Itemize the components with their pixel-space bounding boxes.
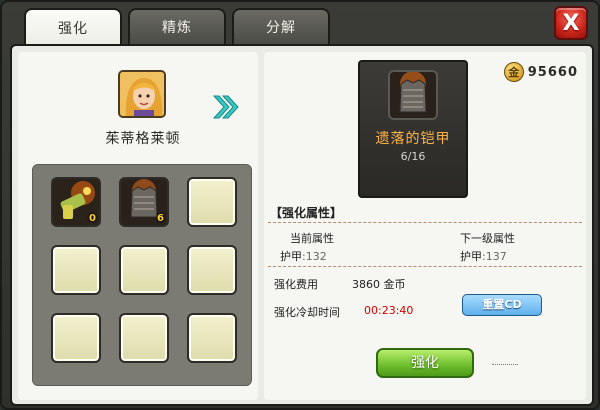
next-attributes-header: 下一级属性 [460, 232, 515, 245]
current-attributes-header: 当前属性 [290, 232, 334, 245]
equipment-slot-empty[interactable] [187, 313, 237, 363]
attributes-title: 【强化属性】 [270, 206, 343, 220]
selected-item-card: 遗落的铠甲 6/16 [358, 60, 468, 198]
divider [268, 266, 582, 267]
content-panel: 茱蒂格莱顿 0 6 金 95660 遗落的铠甲 6/16 【强化属性】 当前属性… [10, 44, 594, 406]
slot-count: 6 [157, 213, 164, 224]
enhance-window: 强化 精炼 分解 X 茱蒂格莱顿 0 6 金 95660 遗落的铠甲 6/16 … [0, 0, 600, 410]
current-armor: 护甲:132 [280, 248, 327, 264]
slot-count: 0 [89, 213, 96, 224]
equipment-slot-empty[interactable] [119, 313, 169, 363]
tab-bar: 强化 精炼 分解 [24, 8, 330, 46]
item-level: 6/16 [400, 150, 426, 163]
close-icon: X [562, 10, 580, 36]
divider [268, 222, 582, 223]
next-armor-label: 护甲 [460, 250, 482, 263]
equipment-slot-empty[interactable] [51, 313, 101, 363]
reset-cd-button[interactable]: 重置CD [462, 294, 542, 316]
equipment-slot-empty[interactable] [51, 245, 101, 295]
enhance-cost-value: 3860 金币 [352, 276, 406, 292]
hero-name: 茱蒂格莱顿 [105, 131, 181, 147]
enhance-cost-amount: 3860 [352, 278, 380, 291]
current-armor-label: 护甲 [280, 250, 302, 263]
divider [492, 364, 518, 365]
current-armor-value: :132 [302, 250, 327, 263]
next-armor-value: :137 [482, 250, 507, 263]
close-button[interactable]: X [554, 6, 588, 40]
next-armor: 护甲:137 [460, 248, 507, 264]
cooldown-label: 强化冷却时间 [274, 306, 340, 319]
hero-avatar[interactable] [118, 70, 166, 118]
item-name: 遗落的铠甲 [375, 131, 451, 147]
enhance-cost-label: 强化费用 [274, 278, 318, 291]
double-chevron-right-icon [210, 92, 240, 122]
equipment-slot-empty[interactable] [187, 177, 237, 227]
cooldown-timer: 00:23:40 [364, 304, 414, 317]
equipment-slot-empty[interactable] [187, 245, 237, 295]
armor-icon[interactable] [388, 70, 438, 120]
enhance-button[interactable]: 强化 [376, 348, 474, 378]
equipment-slot-armor[interactable]: 6 [119, 177, 169, 227]
enhance-detail-panel: 金 95660 遗落的铠甲 6/16 【强化属性】 当前属性 下一级属性 护甲:… [264, 52, 586, 400]
gold-amount: 95660 [527, 64, 578, 80]
equipment-slot-empty[interactable] [119, 245, 169, 295]
tab-refine[interactable]: 精炼 [128, 8, 226, 44]
gold-balance: 金 95660 [503, 62, 578, 82]
enhance-cost-unit: 金币 [383, 278, 406, 291]
equipment-grid: 0 6 [32, 164, 252, 386]
equipment-slot-weapon[interactable]: 0 [51, 177, 101, 227]
hero-panel: 茱蒂格莱顿 0 6 [18, 52, 258, 400]
gold-coin-icon: 金 [503, 62, 524, 82]
tab-enhance[interactable]: 强化 [24, 8, 122, 46]
tab-decompose[interactable]: 分解 [232, 8, 330, 44]
